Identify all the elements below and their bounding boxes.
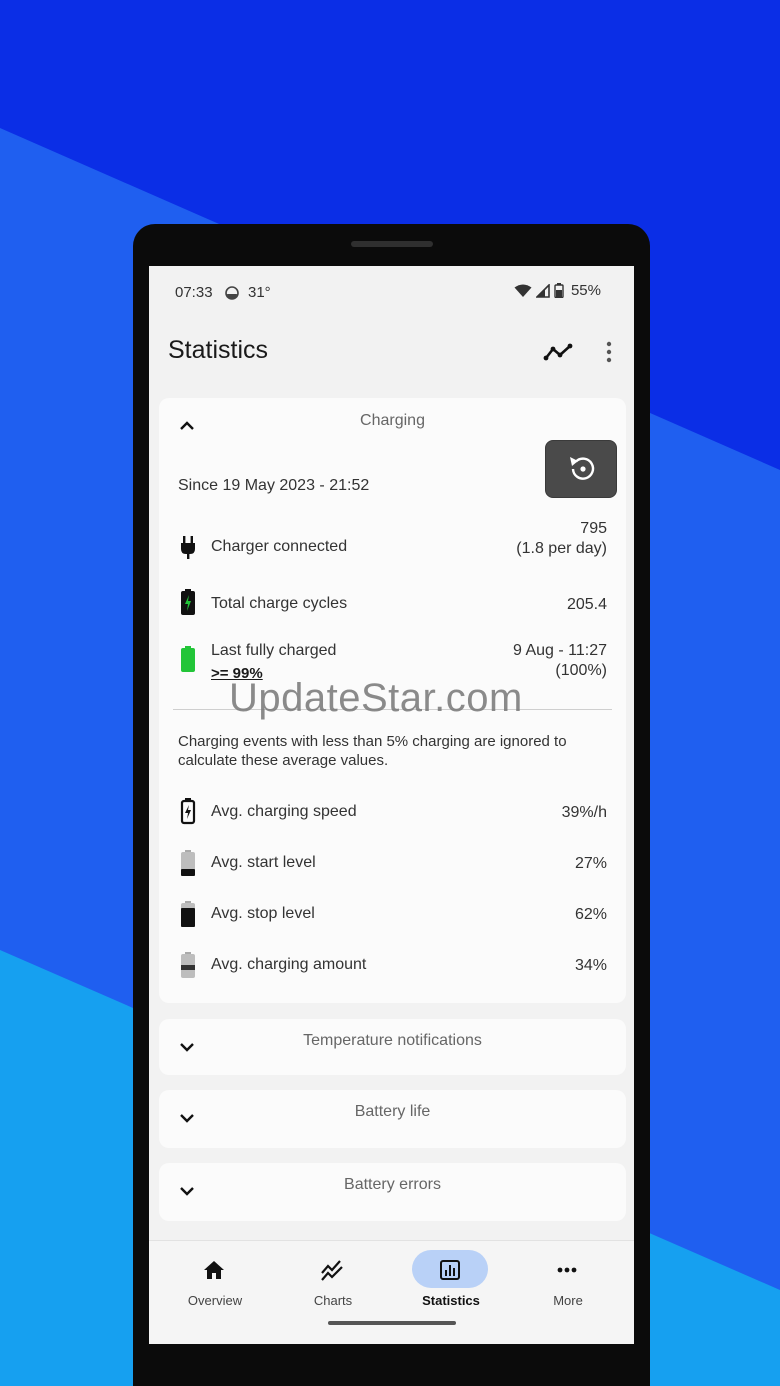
more-horiz-icon — [557, 1267, 577, 1273]
row-value-avg-start: 27% — [574, 855, 607, 872]
battery-bolt-outline-icon — [180, 798, 196, 825]
row-value-total-cycles: 205.4 — [566, 596, 607, 613]
phone-speaker — [351, 241, 433, 247]
reset-stats-button[interactable] — [545, 440, 617, 498]
row-value-avg-stop: 62% — [574, 906, 607, 923]
status-battery-percent: 55% — [570, 282, 601, 299]
card-title-battery-life: Battery life — [354, 1103, 431, 1120]
gesture-bar[interactable] — [328, 1321, 456, 1325]
battery-life-card[interactable]: Battery life — [159, 1090, 626, 1148]
weather-icon — [225, 286, 239, 300]
row-value-avg-amount: 34% — [574, 957, 607, 974]
row-label-charger-connected: Charger connected — [211, 538, 348, 555]
wifi-icon — [514, 284, 532, 297]
phone-frame: 07:33 31° 55% Statistics Charging Since … — [133, 224, 650, 1386]
row-label-avg-speed: Avg. charging speed — [211, 803, 357, 820]
last-charged-percent: (100%) — [555, 662, 607, 679]
averages-note: Charging events with less than 5% chargi… — [178, 733, 567, 769]
nav-item-charts[interactable]: Charts — [278, 1241, 388, 1321]
row-label-last-fully-charged: Last fully charged — [211, 642, 337, 659]
status-indicators: 55% — [514, 282, 601, 299]
nav-item-more[interactable]: More — [513, 1241, 623, 1321]
row-value-avg-speed: 39%/h — [561, 804, 607, 821]
restart-icon — [570, 457, 595, 480]
status-time: 07:33 — [175, 284, 213, 301]
row-value-charger-connected: 795 (1.8 per day) — [516, 519, 607, 559]
row-value-last-fully-charged: 9 Aug - 11:27 (100%) — [513, 641, 607, 681]
watermark: UpdateStar.com — [229, 676, 523, 720]
power-plug-icon — [181, 536, 195, 559]
charts-icon — [321, 1260, 343, 1281]
status-bar: 07:33 31° 55% — [149, 266, 634, 316]
nav-label-overview: Overview — [187, 1293, 243, 1308]
battery-status-icon — [554, 283, 564, 298]
status-temperature: 31° — [248, 284, 271, 301]
more-vert-icon[interactable] — [599, 340, 619, 364]
battery-charging-icon — [181, 589, 195, 615]
row-label-avg-start: Avg. start level — [211, 854, 316, 871]
row-label-avg-amount: Avg. charging amount — [211, 956, 367, 973]
battery-mid-icon — [181, 901, 195, 927]
home-icon — [204, 1261, 224, 1279]
chart-trend-icon[interactable] — [543, 340, 575, 364]
charger-connected-count: 795 — [580, 520, 607, 537]
nav-label-charts: Charts — [313, 1293, 353, 1308]
charger-connected-per-day: (1.8 per day) — [516, 540, 607, 557]
row-label-total-cycles: Total charge cycles — [211, 595, 348, 612]
battery-errors-card[interactable]: Battery errors — [159, 1163, 626, 1221]
nav-label-statistics: Statistics — [422, 1293, 480, 1308]
nav-label-more: More — [553, 1293, 583, 1308]
card-title-battery-errors: Battery errors — [344, 1176, 441, 1193]
cell-signal-icon — [535, 283, 550, 298]
card-title-temperature: Temperature notifications — [303, 1032, 482, 1049]
bottom-navigation: Overview Charts Statistics More — [149, 1240, 634, 1344]
nav-item-overview[interactable]: Overview — [160, 1241, 270, 1321]
since-date: Since 19 May 2023 - 21:52 — [178, 477, 370, 494]
nav-item-statistics[interactable]: Statistics — [396, 1241, 506, 1321]
row-label-avg-stop: Avg. stop level — [211, 905, 315, 922]
statistics-icon — [440, 1260, 460, 1280]
battery-amount-icon — [181, 952, 195, 978]
temperature-notifications-card[interactable]: Temperature notifications — [159, 1019, 626, 1075]
last-charged-date: 9 Aug - 11:27 — [513, 642, 607, 659]
page-title: Statistics — [168, 336, 269, 364]
app-screen: 07:33 31° 55% Statistics Charging Since … — [149, 266, 634, 1344]
battery-low-icon — [181, 850, 195, 876]
card-title-charging[interactable]: Charging — [159, 412, 626, 430]
battery-full-green-icon — [181, 646, 195, 672]
